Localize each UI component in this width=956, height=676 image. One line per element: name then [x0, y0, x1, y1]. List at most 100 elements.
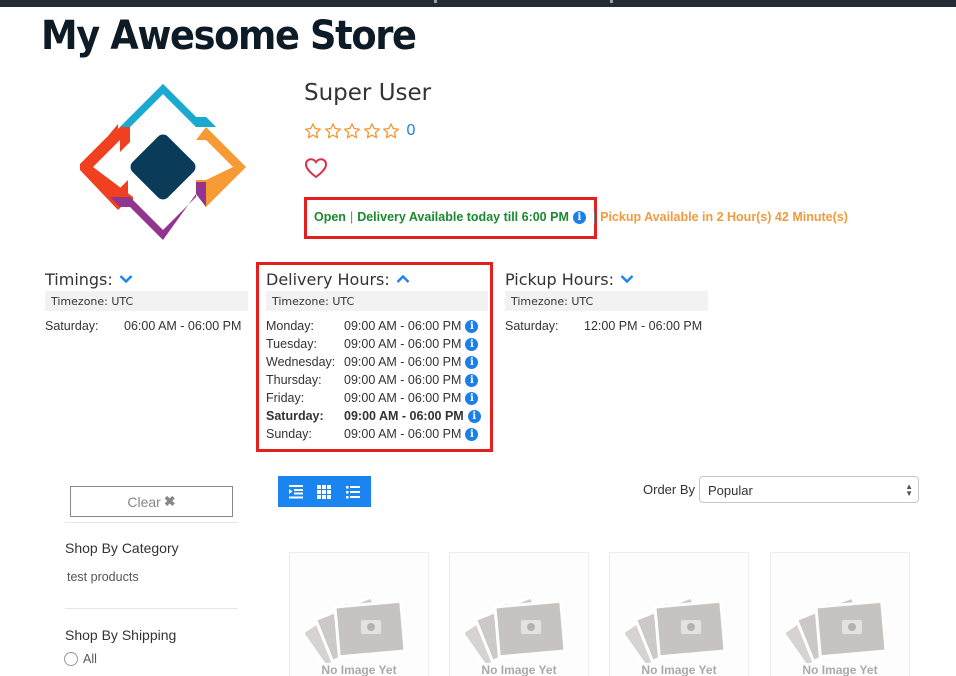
divider — [65, 522, 238, 523]
hours-value: 09:00 AM - 06:00 PM — [344, 391, 462, 405]
info-icon[interactable]: i — [465, 337, 479, 351]
day-label: Tuesday: — [266, 337, 317, 351]
info-icon[interactable]: i — [467, 409, 481, 423]
list-icon[interactable] — [345, 484, 361, 500]
product-card[interactable]: No Image Yet — [289, 552, 429, 676]
no-image-placeholder-icon — [465, 595, 567, 663]
timing-row: Saturday: 06:00 AM - 06:00 PM — [45, 317, 248, 335]
timezone-label: Timezone: UTC — [505, 291, 708, 311]
day-label: Monday: — [266, 319, 314, 333]
no-image-text: No Image Yet — [321, 663, 397, 676]
star-empty-icon — [382, 123, 400, 139]
view-mode-toggle — [278, 476, 371, 507]
star-empty-icon — [304, 123, 322, 139]
delivery-row-friday: Friday: 09:00 AM - 06:00 PM i — [266, 389, 488, 407]
user-name: Super User — [304, 80, 432, 106]
hours-value: 09:00 AM - 06:00 PM — [344, 355, 462, 369]
no-image-text: No Image Yet — [641, 663, 717, 676]
day-label: Saturday: — [505, 319, 559, 333]
separator: | — [592, 210, 597, 224]
clear-filters-button[interactable]: Clear ✖ — [70, 486, 233, 517]
store-title: My Awesome Store — [41, 13, 417, 59]
top-bar — [0, 0, 956, 7]
pickup-availability: Pickup Available in 2 Hour(s) 42 Minute(… — [600, 210, 848, 224]
day-label: Thursday: — [266, 373, 322, 387]
pickup-hours-section: Pickup Hours: Timezone: UTC Saturday: 12… — [505, 268, 708, 335]
info-icon[interactable]: i — [465, 319, 479, 333]
top-bar-mark — [434, 0, 437, 3]
delivery-hours-section: Delivery Hours: Timezone: UTC Monday: 09… — [266, 268, 488, 443]
delivery-hours-toggle[interactable]: Delivery Hours: — [266, 268, 488, 290]
no-image-text: No Image Yet — [802, 663, 878, 676]
info-icon[interactable]: i — [465, 391, 479, 405]
timings-toggle[interactable]: Timings: — [45, 268, 248, 290]
pickup-row: Saturday: 12:00 PM - 06:00 PM — [505, 317, 708, 335]
timings-title: Timings: — [45, 269, 113, 289]
open-status: Open — [314, 210, 346, 224]
timings-section: Timings: Timezone: UTC Saturday: 06:00 A… — [45, 268, 248, 335]
timezone-label: Timezone: UTC — [266, 291, 488, 311]
shipping-option-all[interactable]: All — [64, 652, 97, 666]
shipping-heading: Shop By Shipping — [65, 627, 177, 643]
chevron-down-icon[interactable] — [620, 274, 634, 284]
select-arrows-icon: ▲ ▼ — [905, 482, 913, 498]
category-item[interactable]: test products — [67, 570, 139, 584]
indent-list-icon[interactable] — [288, 484, 304, 500]
rating-count[interactable]: 0 — [407, 122, 416, 140]
chevron-down-icon[interactable] — [119, 274, 133, 284]
no-image-placeholder-icon — [625, 595, 727, 663]
separator: | — [349, 210, 354, 224]
delivery-row-wednesday: Wednesday: 09:00 AM - 06:00 PM i — [266, 353, 488, 371]
no-image-placeholder-icon — [305, 595, 407, 663]
delivery-row-saturday-current: Saturday: 09:00 AM - 06:00 PM i — [266, 407, 488, 425]
hours-value: 06:00 AM - 06:00 PM — [124, 319, 242, 333]
delivery-row-monday: Monday: 09:00 AM - 06:00 PM i — [266, 317, 488, 335]
order-by-select[interactable]: Popular ▲ ▼ — [699, 476, 919, 503]
divider — [65, 608, 238, 609]
order-by-value: Popular — [708, 483, 753, 498]
info-icon[interactable]: i — [465, 373, 479, 387]
no-image-placeholder-icon — [786, 595, 888, 663]
product-card[interactable]: No Image Yet — [609, 552, 749, 676]
hours-value: 09:00 AM - 06:00 PM — [344, 427, 462, 441]
star-empty-icon — [324, 123, 341, 139]
info-icon[interactable]: i — [465, 355, 479, 369]
info-icon[interactable]: i — [572, 210, 586, 224]
favorite-heart-icon[interactable] — [304, 157, 328, 179]
hours-value: 12:00 PM - 06:00 PM — [584, 319, 703, 333]
hours-value: 09:00 AM - 06:00 PM — [344, 319, 462, 333]
grid-icon[interactable] — [316, 484, 332, 500]
store-logo — [80, 84, 246, 240]
radio-button[interactable] — [64, 652, 78, 666]
close-icon: ✖ — [163, 493, 176, 509]
delivery-row-thursday: Thursday: 09:00 AM - 06:00 PM i — [266, 371, 488, 389]
product-card[interactable]: No Image Yet — [449, 552, 589, 676]
store-status: Open | Delivery Available today till 6:0… — [314, 210, 848, 224]
star-empty-icon — [343, 123, 361, 139]
hours-value: 09:00 AM - 06:00 PM — [344, 337, 462, 351]
order-by-label: Order By — [643, 482, 696, 497]
delivery-row-tuesday: Tuesday: 09:00 AM - 06:00 PM i — [266, 335, 488, 353]
product-card[interactable]: No Image Yet — [770, 552, 910, 676]
pickup-hours-title: Pickup Hours: — [505, 269, 614, 289]
top-bar-mark — [610, 0, 613, 3]
star-empty-icon — [363, 123, 380, 139]
delivery-hours-title: Delivery Hours: — [266, 269, 390, 289]
day-label: Wednesday: — [266, 355, 336, 369]
star-rating[interactable]: 0 — [304, 122, 415, 140]
delivery-row-sunday: Sunday: 09:00 AM - 06:00 PM i — [266, 425, 488, 443]
radio-label: All — [83, 652, 97, 666]
hours-value: 09:00 AM - 06:00 PM — [344, 373, 462, 387]
hours-value: 09:00 AM - 06:00 PM — [344, 409, 464, 423]
day-label: Sunday: — [266, 427, 312, 441]
category-heading: Shop By Category — [65, 540, 179, 556]
clear-label: Clear — [127, 493, 161, 510]
chevron-up-icon[interactable] — [396, 274, 410, 284]
day-label: Friday: — [266, 391, 305, 405]
delivery-availability: Delivery Available today till 6:00 PM — [357, 210, 569, 224]
info-icon[interactable]: i — [465, 427, 479, 441]
day-label: Saturday: — [266, 409, 324, 423]
timezone-label: Timezone: UTC — [45, 291, 248, 311]
day-label: Saturday: — [45, 319, 99, 333]
pickup-hours-toggle[interactable]: Pickup Hours: — [505, 268, 708, 290]
